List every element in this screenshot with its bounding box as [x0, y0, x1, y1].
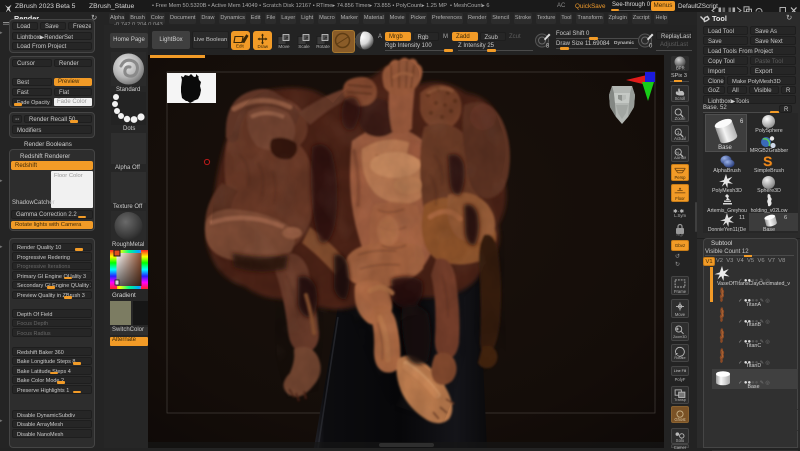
svg-text:↗: ↗	[285, 36, 289, 41]
svg-text:↗: ↗	[305, 36, 309, 41]
svg-text:6: 6	[740, 119, 744, 125]
svg-text:Draw: Draw	[257, 44, 268, 49]
svg-text:1: 1	[677, 130, 680, 135]
svg-text:8: 8	[546, 44, 550, 50]
svg-text:Edit: Edit	[236, 44, 245, 49]
svg-text:0: 0	[649, 44, 653, 50]
svg-text:½: ½	[676, 151, 679, 155]
svg-text:↗: ↗	[324, 36, 328, 41]
svg-text:BPR: BPR	[676, 66, 685, 71]
